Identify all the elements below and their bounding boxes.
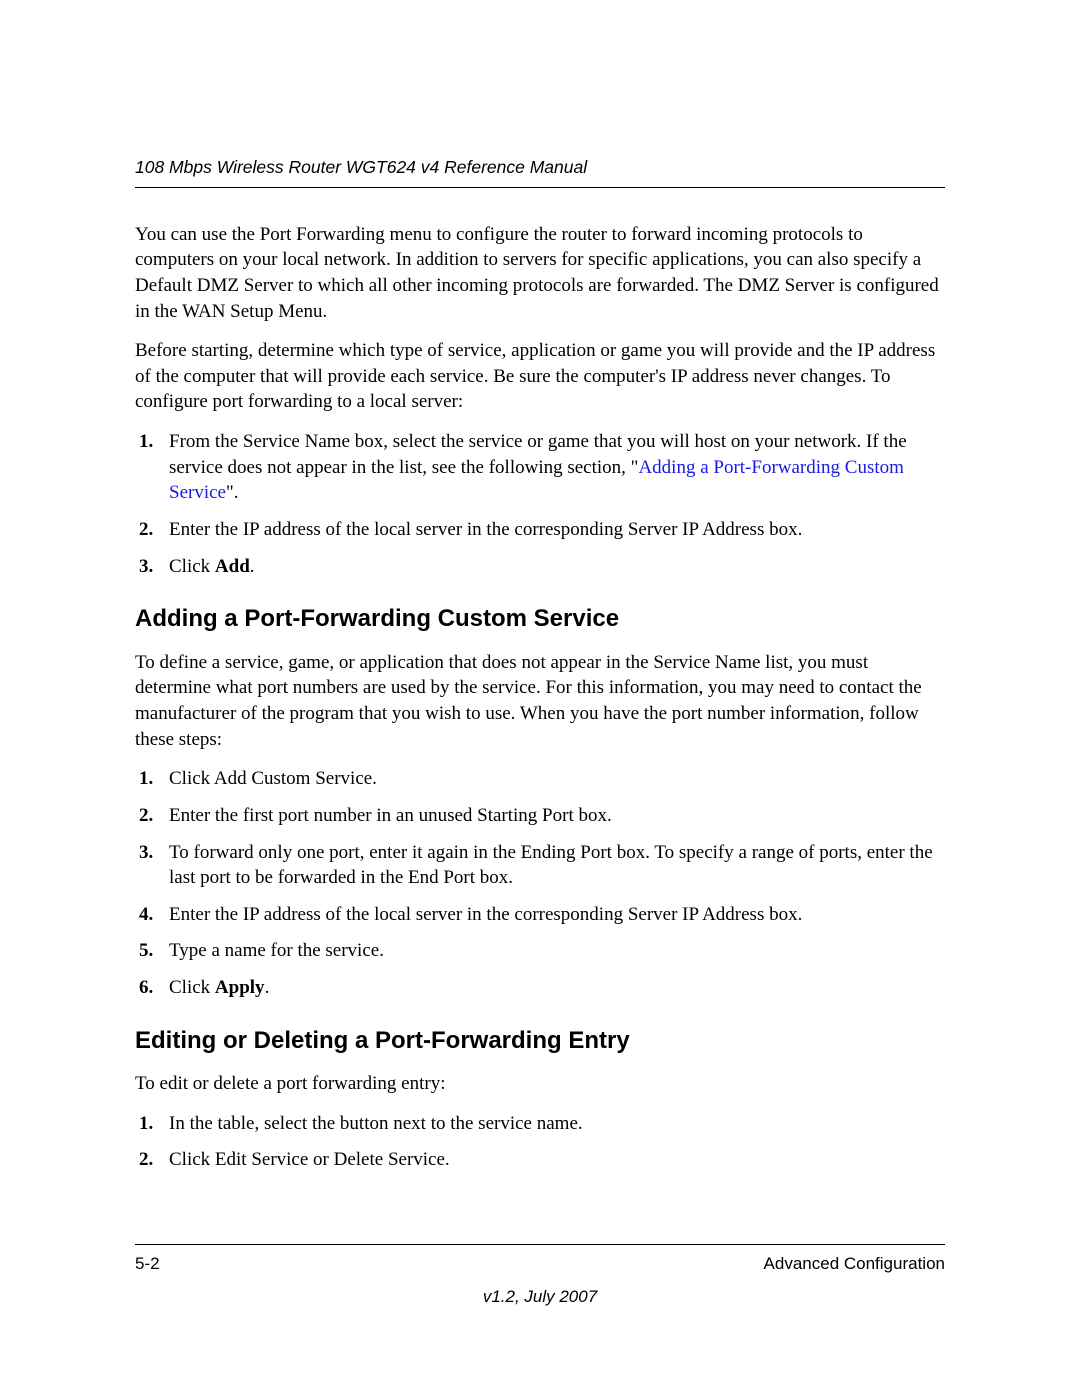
section-paragraph: To define a service, game, or applicatio… bbox=[135, 650, 945, 753]
step-text: ". bbox=[226, 482, 239, 503]
list-item: Click Add. bbox=[165, 554, 945, 580]
step-text: Click bbox=[169, 556, 215, 577]
ui-label-add: Add bbox=[215, 556, 250, 577]
step-text: Click bbox=[169, 977, 215, 998]
intro-paragraph-1: You can use the Port Forwarding menu to … bbox=[135, 222, 945, 325]
list-item: Enter the IP address of the local server… bbox=[165, 902, 945, 928]
step-text: . bbox=[265, 977, 270, 998]
custom-service-steps-list: Click Add Custom Service. Enter the firs… bbox=[135, 766, 945, 1000]
section-name: Advanced Configuration bbox=[764, 1253, 945, 1276]
ui-label-apply: Apply bbox=[215, 977, 265, 998]
section-paragraph: To edit or delete a port forwarding entr… bbox=[135, 1071, 945, 1097]
list-item: Enter the first port number in an unused… bbox=[165, 803, 945, 829]
list-item: Click Edit Service or Delete Service. bbox=[165, 1147, 945, 1173]
section-heading-adding: Adding a Port-Forwarding Custom Service bbox=[135, 603, 945, 635]
footer-rule bbox=[135, 1244, 945, 1245]
list-item: Click Add Custom Service. bbox=[165, 766, 945, 792]
list-item: Click Apply. bbox=[165, 975, 945, 1001]
page-footer: 5-2 Advanced Configuration v1.2, July 20… bbox=[135, 1244, 945, 1309]
list-item: In the table, select the button next to … bbox=[165, 1111, 945, 1137]
edit-delete-steps-list: In the table, select the button next to … bbox=[135, 1111, 945, 1173]
step-text: . bbox=[250, 556, 255, 577]
footer-row: 5-2 Advanced Configuration bbox=[135, 1253, 945, 1276]
list-item: Type a name for the service. bbox=[165, 938, 945, 964]
page-number: 5-2 bbox=[135, 1253, 160, 1276]
intro-paragraph-2: Before starting, determine which type of… bbox=[135, 338, 945, 415]
section-heading-editing: Editing or Deleting a Port-Forwarding En… bbox=[135, 1025, 945, 1057]
configure-steps-list: From the Service Name box, select the se… bbox=[135, 429, 945, 579]
running-header: 108 Mbps Wireless Router WGT624 v4 Refer… bbox=[135, 156, 945, 188]
version-date: v1.2, July 2007 bbox=[135, 1286, 945, 1309]
list-item: Enter the IP address of the local server… bbox=[165, 517, 945, 543]
list-item: From the Service Name box, select the se… bbox=[165, 429, 945, 506]
document-page: 108 Mbps Wireless Router WGT624 v4 Refer… bbox=[0, 0, 1080, 1397]
list-item: To forward only one port, enter it again… bbox=[165, 840, 945, 891]
